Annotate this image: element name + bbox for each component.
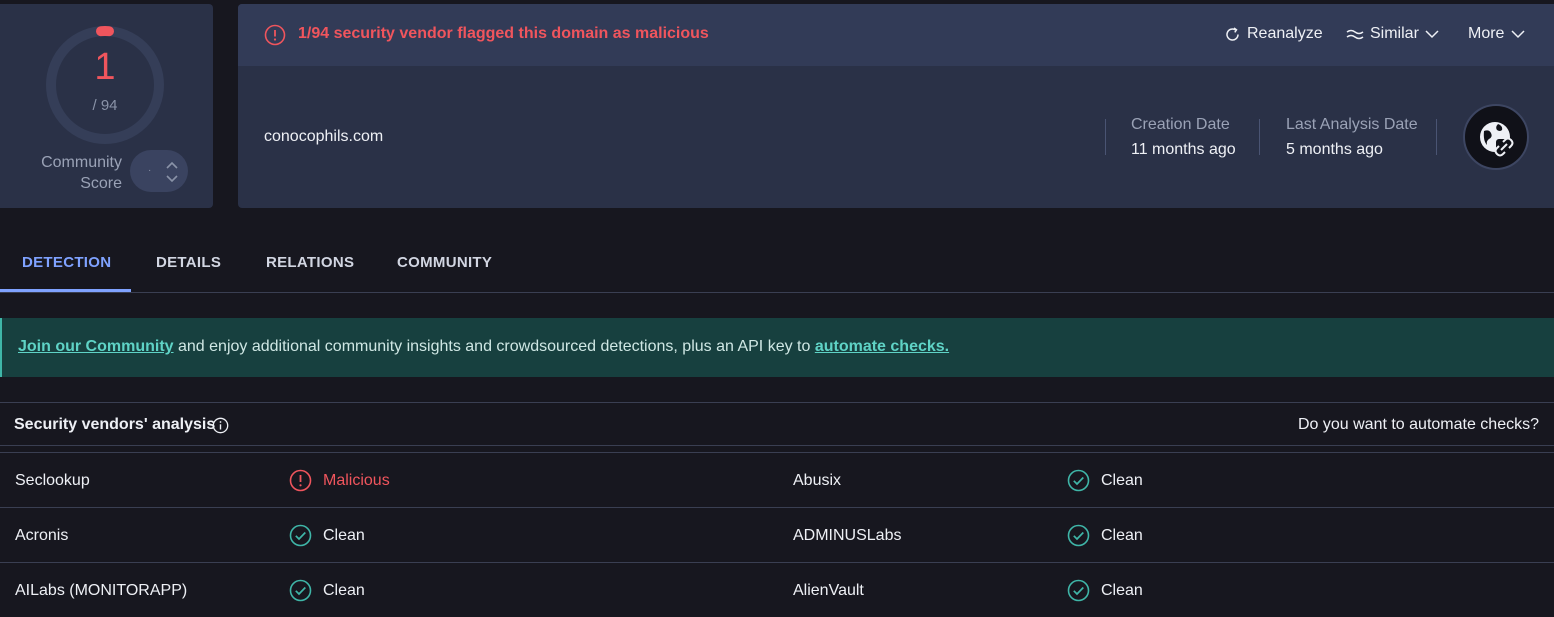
detection-score-card: 1 / 94 Community Score ·	[0, 4, 213, 208]
join-community-link[interactable]: Join our Community	[18, 338, 174, 355]
check-circle-icon	[1067, 579, 1090, 602]
vendor-verdict: Clean	[289, 524, 365, 547]
verdict-label: Clean	[1101, 526, 1143, 544]
vendor-verdict: Malicious	[289, 469, 390, 492]
last-analysis-label: Last Analysis Date	[1286, 116, 1418, 133]
verdict-label: Clean	[323, 581, 365, 599]
vendor-name: ADMINUSLabs	[793, 527, 902, 544]
creation-date-label: Creation Date	[1131, 116, 1230, 133]
similar-label: Similar	[1370, 25, 1419, 42]
malicious-alert-bar: 1/94 security vendor flagged this domain…	[238, 4, 1554, 66]
table-row: AILabs (MONITORAPP) Clean AlienVault Cle…	[0, 563, 1554, 617]
refresh-icon	[1226, 26, 1239, 41]
vendor-name: Abusix	[793, 472, 842, 489]
verdict-label: Clean	[1101, 581, 1143, 599]
automate-checks-question[interactable]: Do you want to automate checks?	[1298, 416, 1539, 434]
community-vote-value: ·	[148, 165, 152, 176]
info-icon[interactable]	[212, 417, 229, 434]
table-row: Acronis Clean ADMINUSLabs Clean	[0, 508, 1554, 563]
tab-community[interactable]: COMMUNITY	[397, 254, 492, 271]
tab-details[interactable]: DETAILS	[156, 254, 221, 271]
check-circle-icon	[289, 579, 312, 602]
verdict-label: Malicious	[323, 471, 390, 489]
verdict-label: Clean	[1101, 471, 1143, 489]
community-vote-control[interactable]: ·	[130, 150, 188, 192]
check-circle-icon	[289, 524, 312, 547]
alert-circle-icon	[264, 24, 286, 46]
meta-divider	[1105, 119, 1106, 155]
vote-down-icon[interactable]	[165, 174, 179, 184]
similar-dropdown[interactable]: Similar	[1346, 25, 1439, 43]
detection-count: 1	[94, 46, 116, 88]
banner-text: Join our Community and enjoy additional …	[18, 338, 949, 356]
meta-divider	[1436, 119, 1437, 155]
alert-text: 1/94 security vendor flagged this domain…	[298, 25, 709, 42]
community-banner: Join our Community and enjoy additional …	[0, 318, 1554, 377]
more-dropdown[interactable]: More	[1468, 25, 1526, 43]
chevron-down-icon	[1425, 30, 1439, 39]
tab-detection[interactable]: DETECTION	[22, 254, 111, 271]
meta-divider	[1259, 119, 1260, 155]
vendor-name: Acronis	[15, 527, 69, 544]
vendor-verdict: Clean	[1067, 579, 1143, 602]
report-tabs: DETECTION DETAILS RELATIONS COMMUNITY	[0, 234, 1554, 293]
alert-circle-icon	[289, 469, 312, 492]
vendor-name: AlienVault	[793, 582, 864, 599]
banner-body-text: and enjoy additional community insights …	[173, 338, 815, 355]
table-row: Seclookup Malicious Abusix Clean	[0, 453, 1554, 508]
domain-header-panel: 1/94 security vendor flagged this domain…	[238, 4, 1554, 208]
more-label: More	[1468, 25, 1505, 42]
verdict-label: Clean	[323, 526, 365, 544]
reanalyze-button[interactable]: Reanalyze	[1224, 25, 1323, 43]
vendor-name: AILabs (MONITORAPP)	[15, 582, 188, 599]
domain-name[interactable]: conocophils.com	[264, 128, 383, 146]
vendor-verdict: Clean	[1067, 469, 1143, 492]
domain-type-avatar	[1463, 104, 1529, 170]
automate-checks-link[interactable]: automate checks.	[815, 338, 949, 355]
vendors-table: Seclookup Malicious Abusix Clean Acronis	[0, 452, 1554, 617]
vendors-header: Security vendors' analysis Do you want t…	[0, 402, 1554, 446]
vendor-verdict: Clean	[289, 579, 365, 602]
last-analysis-value: 5 months ago	[1286, 141, 1383, 158]
check-circle-icon	[1067, 524, 1090, 547]
similar-waves-icon	[1346, 29, 1364, 40]
check-circle-icon	[1067, 469, 1090, 492]
community-score-label: Community Score	[41, 154, 122, 192]
creation-date-value: 11 months ago	[1131, 141, 1236, 158]
reanalyze-label: Reanalyze	[1247, 25, 1323, 42]
vote-up-icon[interactable]	[165, 160, 179, 170]
globe-link-icon	[1480, 122, 1514, 157]
chevron-down-icon	[1511, 30, 1525, 39]
vendor-verdict: Clean	[1067, 524, 1143, 547]
vendors-title: Security vendors' analysis	[14, 416, 216, 433]
tab-relations[interactable]: RELATIONS	[266, 254, 354, 271]
vendor-name: Seclookup	[15, 472, 90, 489]
detection-total: / 94	[92, 97, 118, 114]
active-tab-indicator	[0, 289, 131, 292]
